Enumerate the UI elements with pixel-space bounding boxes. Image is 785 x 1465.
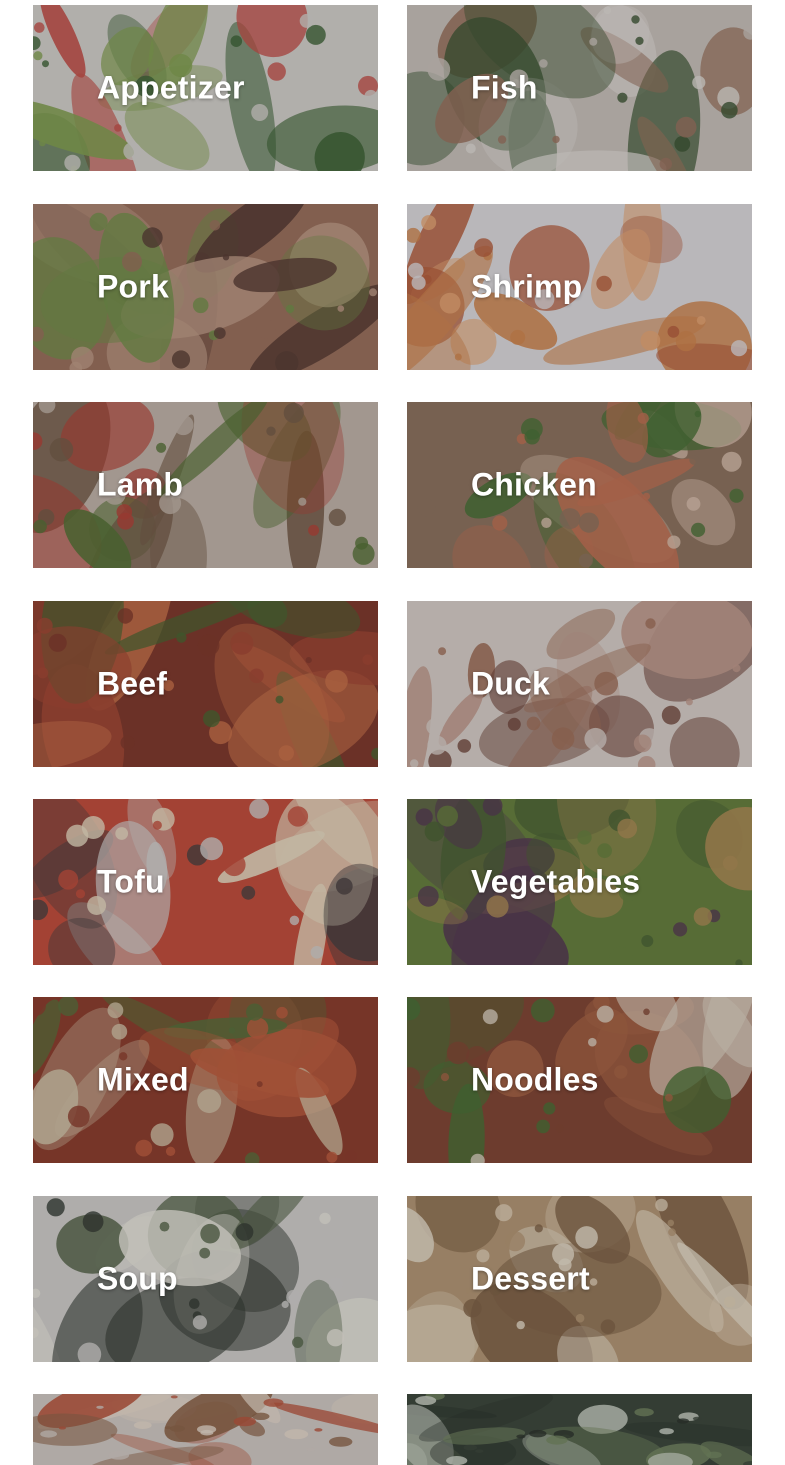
category-tile-duck[interactable]: Duck [407, 601, 752, 767]
category-tile-shrimp[interactable]: Shrimp [407, 204, 752, 370]
tile-overlay [407, 5, 752, 171]
category-tile[interactable] [407, 1394, 752, 1465]
tile-overlay [33, 997, 378, 1163]
category-label: Soup [97, 1260, 178, 1297]
category-label: Shrimp [471, 268, 583, 305]
tile-overlay [33, 1196, 378, 1362]
category-tile-pork[interactable]: Pork [33, 204, 378, 370]
tile-overlay [33, 799, 378, 965]
category-tile-soup[interactable]: Soup [33, 1196, 378, 1362]
category-tile-vegetables[interactable]: Vegetables [407, 799, 752, 965]
category-tile-dessert[interactable]: Dessert [407, 1196, 752, 1362]
category-label: Chicken [471, 466, 597, 503]
category-label: Appetizer [97, 69, 245, 106]
category-tile-noodles[interactable]: Noodles [407, 997, 752, 1163]
category-label: Noodles [471, 1061, 599, 1098]
category-tile-lamb[interactable]: Lamb [33, 402, 378, 568]
tile-overlay [33, 601, 378, 767]
tile-overlay [33, 1394, 378, 1465]
tile-overlay [33, 402, 378, 568]
category-tile-beef[interactable]: Beef [33, 601, 378, 767]
category-tile-fish[interactable]: Fish [407, 5, 752, 171]
category-tile-tofu[interactable]: Tofu [33, 799, 378, 965]
tile-overlay [33, 204, 378, 370]
category-label: Tofu [97, 863, 165, 900]
category-label: Dessert [471, 1260, 590, 1297]
category-label: Duck [471, 665, 551, 702]
category-tile-chicken[interactable]: Chicken [407, 402, 752, 568]
category-grid: Appetizer Fish Pork Shrimp Lamb Chicken Beef Du… [0, 0, 785, 1465]
category-tile-appetizer[interactable]: Appetizer [33, 5, 378, 171]
category-tile-mixed[interactable]: Mixed [33, 997, 378, 1163]
tile-overlay [407, 601, 752, 767]
category-label: Pork [97, 268, 169, 305]
category-label: Fish [471, 69, 538, 106]
category-label: Lamb [97, 466, 184, 503]
category-tile[interactable] [33, 1394, 378, 1465]
category-label: Beef [97, 665, 168, 702]
tile-overlay [407, 1394, 752, 1465]
category-label: Mixed [97, 1061, 189, 1098]
category-label: Vegetables [471, 863, 641, 900]
